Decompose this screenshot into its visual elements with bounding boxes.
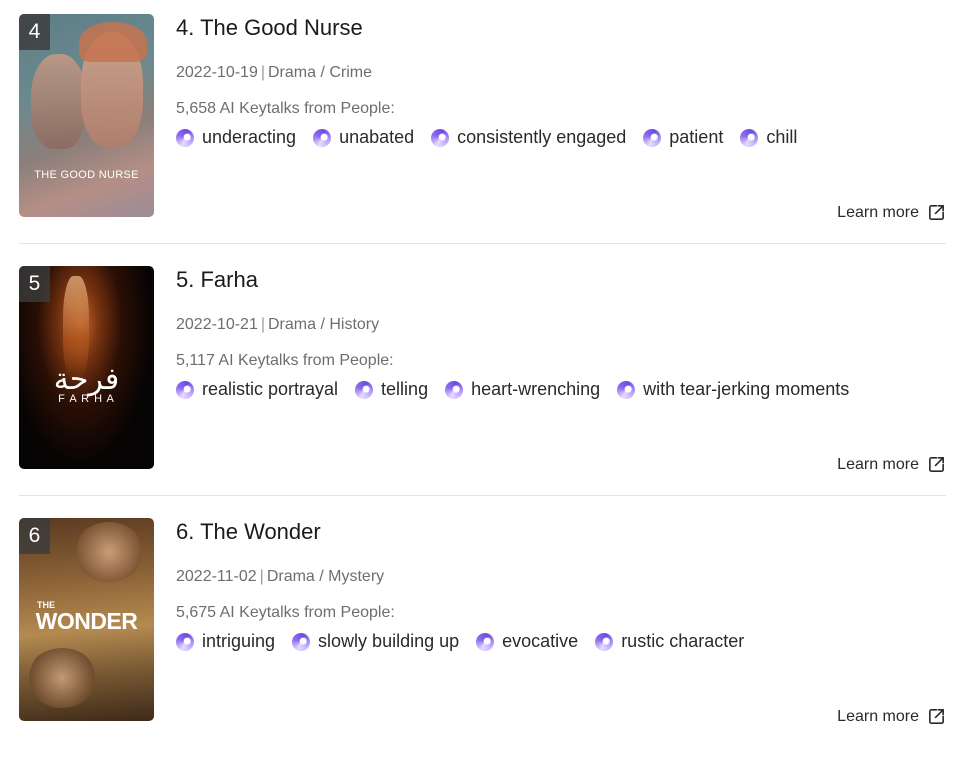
poster-subtitle-text: F A R H A bbox=[58, 393, 115, 405]
movie-list: THE GOOD NURSE 4 4. The Good Nurse 2022-… bbox=[19, 14, 946, 770]
keytalk-tag[interactable]: rustic character bbox=[595, 631, 744, 652]
keytalk-tags: underacting unabated consistently engage… bbox=[176, 127, 814, 148]
tag-label: rustic character bbox=[621, 631, 745, 651]
keytalk-tag[interactable]: intriguing bbox=[176, 631, 275, 652]
tag-label: realistic portrayal bbox=[202, 379, 339, 399]
poster-figure-bottom bbox=[27, 648, 97, 708]
tag-label: chill bbox=[766, 127, 798, 147]
rank-badge: 5 bbox=[19, 266, 50, 302]
learn-more-label: Learn more bbox=[837, 455, 919, 473]
release-date: 2022-10-21 bbox=[176, 316, 258, 333]
meta-separator: | bbox=[260, 64, 265, 81]
movie-item: THE GOOD NURSE 4 4. The Good Nurse 2022-… bbox=[19, 14, 946, 266]
tag-label: intriguing bbox=[202, 631, 276, 651]
divider bbox=[19, 243, 946, 244]
keytalk-swirl-icon bbox=[740, 128, 759, 147]
release-date: 2022-11-02 bbox=[176, 568, 257, 585]
keytalk-tag[interactable]: patient bbox=[643, 127, 723, 148]
genres: Drama / Mystery bbox=[266, 568, 385, 585]
tag-label: underacting bbox=[202, 127, 297, 147]
keytalk-swirl-icon bbox=[476, 632, 495, 651]
tag-label: with tear-jerking moments bbox=[643, 379, 850, 399]
movie-title[interactable]: 4. The Good Nurse bbox=[176, 15, 363, 41]
learn-more-label: Learn more bbox=[837, 203, 919, 221]
keytalk-swirl-icon bbox=[643, 128, 662, 147]
tag-label: telling bbox=[381, 379, 429, 399]
divider bbox=[19, 495, 946, 496]
meta-separator: | bbox=[259, 568, 264, 585]
meta-separator: | bbox=[260, 316, 265, 333]
keytalk-swirl-icon bbox=[445, 380, 464, 399]
poster-figure-top bbox=[74, 522, 144, 582]
release-date: 2022-10-19 bbox=[176, 64, 258, 81]
keytalk-swirl-icon bbox=[176, 632, 194, 651]
keytalk-swirl-icon bbox=[617, 380, 636, 399]
keytalk-tag[interactable]: underacting bbox=[176, 127, 296, 148]
movie-poster[interactable]: فرحة F A R H A 5 bbox=[19, 266, 154, 469]
keytalk-tag[interactable]: slowly building up bbox=[292, 631, 459, 652]
movie-item: THE WONDER 6 6. The Wonder 2022-11-02 | Dr… bbox=[19, 518, 946, 770]
keytalk-tag[interactable]: heart-wrenching bbox=[445, 379, 600, 400]
keytalk-swirl-icon bbox=[431, 128, 450, 147]
tag-label: evocative bbox=[502, 631, 579, 651]
keytalk-tag[interactable]: unabated bbox=[313, 127, 414, 148]
keytalk-swirl-icon bbox=[313, 128, 332, 147]
learn-more-link[interactable]: Learn more bbox=[837, 203, 946, 222]
keytalk-swirl-icon bbox=[292, 632, 311, 651]
poster-title-text: WONDER bbox=[35, 608, 138, 634]
rank-badge: 4 bbox=[19, 14, 50, 50]
poster-figure-left bbox=[31, 54, 86, 149]
tag-label: consistently engaged bbox=[457, 127, 627, 147]
keytalk-tags: realistic portrayal telling heart-wrench… bbox=[176, 379, 866, 400]
external-link-icon bbox=[929, 457, 944, 472]
poster-hair bbox=[79, 22, 147, 62]
learn-more-label: Learn more bbox=[837, 707, 919, 725]
tag-label: slowly building up bbox=[318, 631, 460, 651]
movie-poster[interactable]: THE GOOD NURSE 4 bbox=[19, 14, 154, 217]
keytalk-tag[interactable]: evocative bbox=[476, 631, 578, 652]
movie-meta: 2022-11-02 | Drama / Mystery bbox=[176, 568, 384, 586]
keytalks-count: 5,117 AI Keytalks from People: bbox=[176, 352, 394, 369]
movie-title[interactable]: 5. Farha bbox=[176, 267, 258, 293]
poster-title-text: فرحة bbox=[53, 362, 120, 397]
keytalks-count: 5,658 AI Keytalks from People: bbox=[176, 100, 395, 117]
genres: Drama / History bbox=[268, 316, 380, 333]
movie-item: فرحة F A R H A 5 5. Farha 2022-10-21 | Dra… bbox=[19, 266, 946, 518]
keytalk-tag[interactable]: chill bbox=[740, 127, 797, 148]
tag-label: patient bbox=[669, 127, 724, 147]
poster-title-text: THE GOOD NURSE bbox=[34, 169, 139, 181]
keytalk-tags: intriguing slowly building up evocative … bbox=[176, 631, 761, 652]
movie-meta: 2022-10-21 | Drama / History bbox=[176, 316, 379, 334]
movie-title[interactable]: 6. The Wonder bbox=[176, 519, 321, 545]
movie-poster[interactable]: THE WONDER 6 bbox=[19, 518, 154, 721]
tag-label: unabated bbox=[339, 127, 415, 147]
keytalk-swirl-icon bbox=[355, 380, 374, 399]
external-link-icon bbox=[929, 709, 944, 724]
genres: Drama / Crime bbox=[268, 64, 373, 81]
keytalk-swirl-icon bbox=[176, 380, 194, 399]
learn-more-link[interactable]: Learn more bbox=[837, 455, 946, 474]
rank-badge: 6 bbox=[19, 518, 50, 554]
tag-label: heart-wrenching bbox=[471, 379, 601, 399]
movie-meta: 2022-10-19 | Drama / Crime bbox=[176, 64, 372, 82]
keytalk-tag[interactable]: with tear-jerking moments bbox=[617, 379, 849, 400]
external-link-icon bbox=[929, 205, 944, 220]
keytalk-tag[interactable]: telling bbox=[355, 379, 428, 400]
learn-more-link[interactable]: Learn more bbox=[837, 707, 946, 726]
keytalk-tag[interactable]: realistic portrayal bbox=[176, 379, 338, 400]
keytalk-swirl-icon bbox=[176, 128, 194, 147]
keytalks-count: 5,675 AI Keytalks from People: bbox=[176, 604, 395, 621]
keytalk-swirl-icon bbox=[595, 632, 614, 651]
keytalk-tag[interactable]: consistently engaged bbox=[431, 127, 626, 148]
